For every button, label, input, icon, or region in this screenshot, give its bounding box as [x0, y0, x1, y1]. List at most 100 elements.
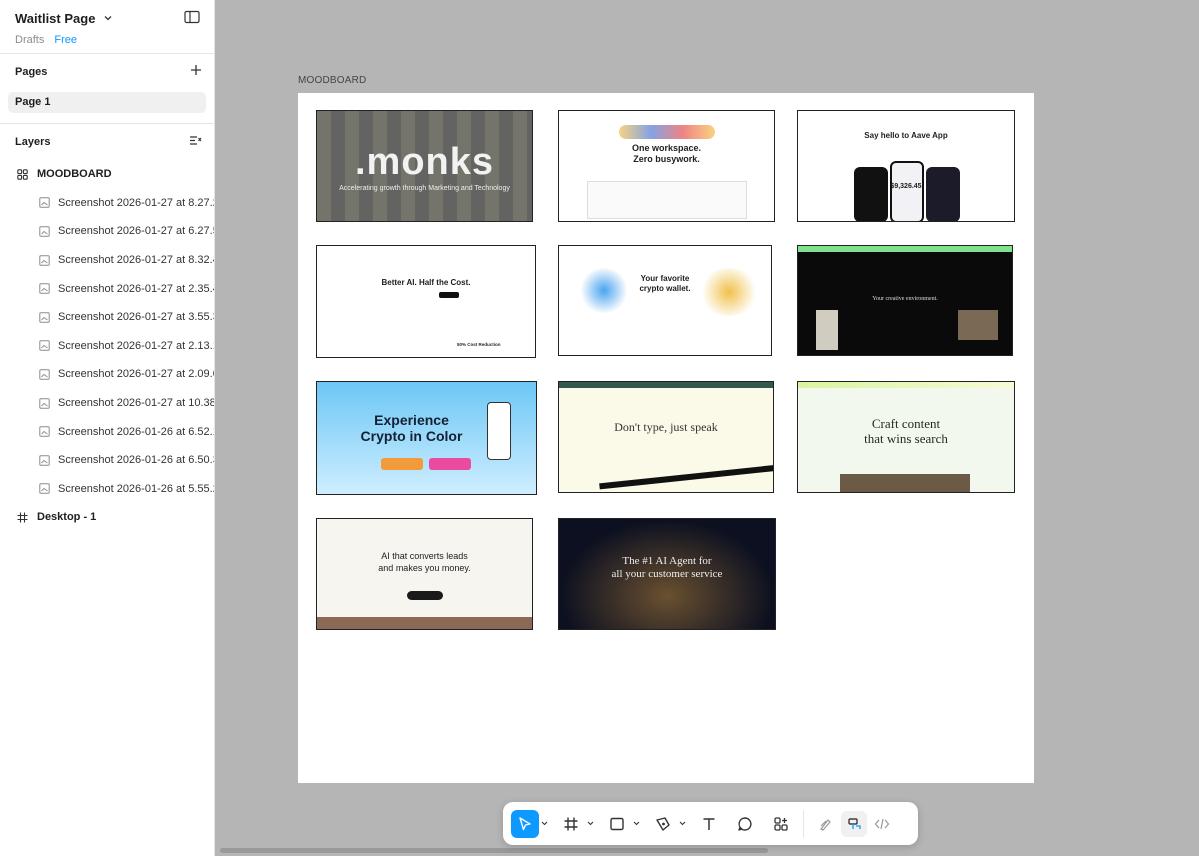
- thumbnail-subtitle: 50% Cost Reduction: [457, 342, 501, 347]
- image-icon: [38, 283, 50, 295]
- horizontal-scrollbar[interactable]: [220, 848, 768, 853]
- thumbnail-ai-agent[interactable]: The #1 AI Agent for all your customer se…: [558, 518, 776, 630]
- chevron-down-icon[interactable]: [631, 810, 641, 838]
- phone-mockup: [487, 402, 511, 460]
- comment-tool-button[interactable]: [731, 810, 759, 838]
- thumbnail-workspace[interactable]: One workspace. Zero busywork.: [558, 110, 775, 222]
- layers-filter-icon[interactable]: [189, 133, 202, 151]
- layer-screenshot[interactable]: Screenshot 2026-01-27 at 2.09.0: [0, 360, 214, 389]
- layer-screenshot[interactable]: Screenshot 2026-01-26 at 6.52.16: [0, 417, 214, 446]
- phone-mockup: [926, 167, 960, 221]
- pen-tool-button[interactable]: [649, 810, 677, 838]
- design-mode-button[interactable]: [841, 810, 867, 837]
- thumbnail-subtitle: all your customer service: [611, 568, 723, 580]
- layer-label: Screenshot 2026-01-26 at 6.50.3: [58, 454, 214, 467]
- thumbnail-subtitle: $9,326.45: [890, 183, 922, 190]
- layer-screenshot[interactable]: Screenshot 2026-01-27 at 10.38.0: [0, 389, 214, 418]
- sidebar-toggle-icon[interactable]: [184, 10, 200, 24]
- announcement-bar: [559, 382, 773, 388]
- move-tool-button[interactable]: [511, 809, 539, 838]
- pen-icon: [656, 816, 670, 831]
- photo: [840, 474, 970, 492]
- code-icon: [874, 818, 890, 829]
- layer-moodboard[interactable]: MOODBOARD: [0, 160, 214, 189]
- chevron-down-icon[interactable]: [585, 810, 595, 838]
- comment-icon: [738, 816, 752, 831]
- layer-screenshot[interactable]: Screenshot 2026-01-27 at 8.32.4: [0, 246, 214, 275]
- layer-screenshot[interactable]: Screenshot 2026-01-27 at 6.27.55: [0, 217, 214, 246]
- draw-mode-button[interactable]: [813, 811, 839, 837]
- left-sidebar: Waitlist Page Drafts Free Pages Page 1 L…: [0, 0, 215, 856]
- canvas[interactable]: MOODBOARD .monks Accelerating growth thr…: [215, 0, 1199, 856]
- file-location[interactable]: Drafts: [15, 34, 44, 46]
- plan-badge[interactable]: Free: [54, 34, 77, 46]
- thumbnail-just-speak[interactable]: Don't type, just speak: [558, 381, 774, 493]
- image-icon: [38, 397, 50, 409]
- frame-tool-button[interactable]: [557, 810, 585, 838]
- thumbnail-crypto-color[interactable]: Experience Crypto in Color: [316, 381, 537, 495]
- page-item-1[interactable]: Page 1: [8, 92, 206, 113]
- file-title[interactable]: Waitlist Page: [15, 11, 95, 26]
- layer-label: Desktop - 1: [37, 511, 97, 524]
- chevron-down-icon[interactable]: [539, 810, 549, 838]
- layer-screenshot[interactable]: Screenshot 2026-01-27 at 8.27.29: [0, 189, 214, 218]
- layer-label: Screenshot 2026-01-27 at 2.13.14: [58, 339, 214, 352]
- text-tool-button[interactable]: [695, 810, 723, 838]
- add-page-icon[interactable]: [190, 63, 202, 81]
- shape-tool-button[interactable]: [603, 810, 631, 838]
- chevron-down-icon[interactable]: [103, 13, 113, 23]
- announcement-bar: [798, 246, 1012, 252]
- bottom-toolbar: [503, 802, 918, 845]
- moodboard-frame[interactable]: .monks Accelerating growth through Marke…: [298, 93, 1034, 783]
- thumbnail-converts-leads[interactable]: AI that converts leads and makes you mon…: [316, 518, 533, 630]
- file-header: Waitlist Page Drafts Free: [0, 0, 214, 54]
- layer-screenshot[interactable]: Screenshot 2026-01-27 at 3.55.3: [0, 303, 214, 332]
- chevron-down-icon[interactable]: [677, 810, 687, 838]
- image-icon: [38, 311, 50, 323]
- announcement-bar: [798, 382, 1014, 388]
- actions-icon: [774, 816, 788, 831]
- layer-screenshot[interactable]: Screenshot 2026-01-27 at 2.13.14: [0, 332, 214, 361]
- pages-label: Pages: [15, 66, 48, 78]
- layer-label: Screenshot 2026-01-27 at 2.35.4: [58, 282, 214, 295]
- thumbnail-subtitle: that wins search: [864, 431, 948, 446]
- thumbnail-title: AI that converts leads: [381, 551, 468, 561]
- thumbnail-aave[interactable]: Say hello to Aave App $9,326.45: [797, 110, 1015, 222]
- layer-label: Screenshot 2026-01-27 at 2.09.0: [58, 368, 214, 381]
- thumbnail-wallet[interactable]: Your favorite crypto wallet.: [558, 245, 772, 356]
- layer-screenshot[interactable]: Screenshot 2026-01-26 at 6.50.3: [0, 446, 214, 475]
- cta-button: [381, 458, 423, 470]
- thumbnail-craft-content[interactable]: Craft content that wins search: [797, 381, 1015, 493]
- layer-label: Screenshot 2026-01-26 at 6.52.16: [58, 425, 214, 438]
- thumbnail-subtitle: and makes you money.: [378, 563, 471, 573]
- rectangle-icon: [610, 817, 624, 830]
- layer-screenshot[interactable]: Screenshot 2026-01-26 at 5.55.2: [0, 475, 214, 504]
- frame-label[interactable]: MOODBOARD: [298, 75, 366, 86]
- text-ribbon: [599, 464, 773, 490]
- image-icon: [38, 368, 50, 380]
- layers-header: Layers: [0, 124, 214, 160]
- layer-label: Screenshot 2026-01-27 at 8.32.4: [58, 254, 214, 267]
- layer-label: Screenshot 2026-01-27 at 3.55.3: [58, 311, 214, 324]
- cta-button: [439, 292, 459, 298]
- image-icon: [38, 225, 50, 237]
- photo: [958, 310, 998, 340]
- dev-mode-button[interactable]: [869, 811, 895, 837]
- thumbnail-subtitle: Zero busywork.: [633, 154, 700, 164]
- thumbnail-creative[interactable]: Your creative environment.: [797, 245, 1013, 356]
- thumbnail-title: Craft content: [871, 416, 941, 431]
- image-icon: [38, 483, 50, 495]
- thumbnail-subtitle: crypto wallet.: [639, 284, 691, 293]
- actions-tool-button[interactable]: [767, 810, 795, 838]
- thumbnail-monks[interactable]: .monks Accelerating growth through Marke…: [316, 110, 533, 222]
- layer-desktop-1[interactable]: Desktop - 1: [0, 503, 214, 532]
- phone-mockup: [854, 167, 888, 221]
- layer-label: Screenshot 2026-01-26 at 5.55.2: [58, 482, 214, 495]
- phone-mockup: [890, 161, 924, 221]
- image-icon: [38, 197, 50, 209]
- thumbnail-cerebras[interactable]: Better AI. Half the Cost. 50% Cost Reduc…: [316, 245, 536, 358]
- layer-label: Screenshot 2026-01-27 at 10.38.0: [58, 397, 214, 410]
- thumbnail-title: One workspace.: [631, 143, 702, 153]
- layers-label: Layers: [15, 136, 51, 148]
- layer-screenshot[interactable]: Screenshot 2026-01-27 at 2.35.4: [0, 274, 214, 303]
